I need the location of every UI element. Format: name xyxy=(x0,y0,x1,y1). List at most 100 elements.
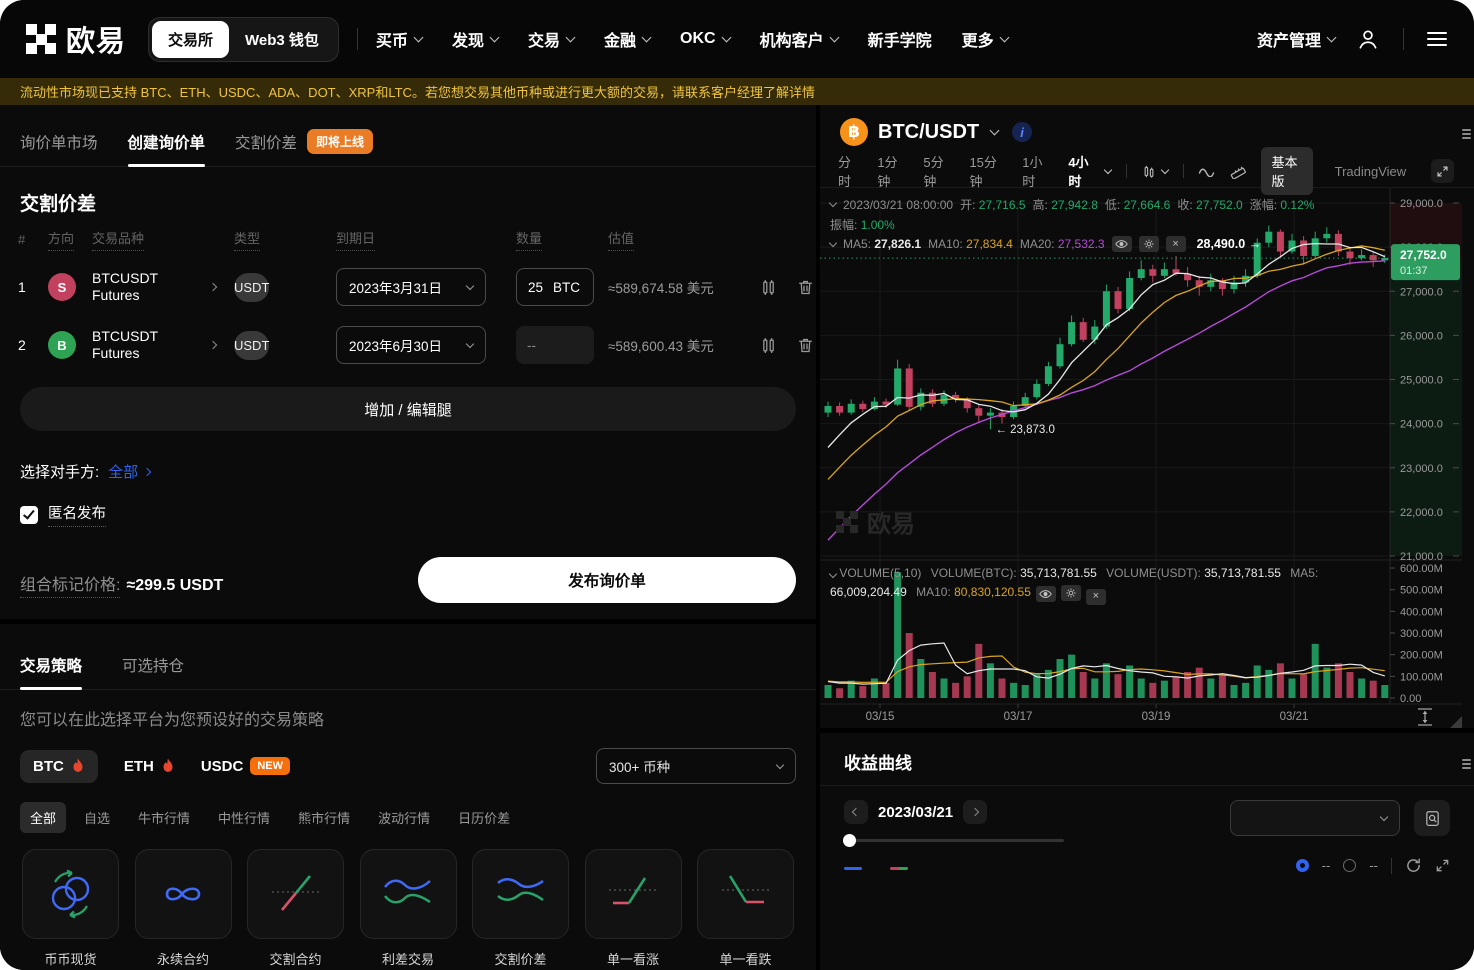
filter-chip-7[interactable]: 日历价差 xyxy=(448,802,520,833)
coin-count-dropdown[interactable]: 300+ 币种 xyxy=(596,748,796,784)
qty-input[interactable]: -- xyxy=(516,326,594,364)
rfq-tab-1[interactable]: 询价单市场 xyxy=(20,117,98,166)
qty-input[interactable]: 25BTC xyxy=(516,268,594,306)
chevron-down-icon[interactable] xyxy=(990,125,1000,135)
anonymous-checkbox[interactable] xyxy=(20,506,38,524)
toggle-option-1[interactable]: 交易所 xyxy=(152,21,229,58)
nav-item-6[interactable]: 机构客户 xyxy=(760,27,838,51)
eye-icon[interactable] xyxy=(1112,236,1132,252)
timeframe-6[interactable]: 4小时 xyxy=(1068,152,1110,190)
expiry-select[interactable]: 2023年3月31日 xyxy=(336,268,486,306)
toggle-option-2[interactable]: Web3 钱包 xyxy=(229,21,335,58)
user-account-icon[interactable] xyxy=(1355,26,1381,52)
strategy-card-spot[interactable]: 币币现货 xyxy=(22,849,119,968)
svg-text:22,000.0: 22,000.0 xyxy=(1400,507,1443,519)
panel-menu-icon[interactable] xyxy=(1462,759,1471,769)
chevron-down-icon xyxy=(776,760,784,768)
filter-chip-4[interactable]: 中性行情 xyxy=(208,802,280,833)
strategy-tab-2[interactable]: 可选持仓 xyxy=(122,640,184,689)
filter-chip-3[interactable]: 牛市行情 xyxy=(128,802,200,833)
timeframe-4[interactable]: 15分钟 xyxy=(969,152,1007,190)
strategy-card-carry[interactable]: 利差交易 xyxy=(360,849,457,968)
nav-item-4[interactable]: 金融 xyxy=(604,27,650,51)
drawing-tools-icon[interactable] xyxy=(1230,163,1246,179)
strategy-card-perpetual[interactable]: 永续合约 xyxy=(135,849,232,968)
expiry-select[interactable]: 2023年6月30日 xyxy=(336,326,486,364)
filter-chip-1[interactable]: 全部 xyxy=(20,802,66,833)
prev-date-button[interactable] xyxy=(844,800,868,824)
legend-swatch-blue xyxy=(844,867,862,870)
publish-rfq-button[interactable]: 发布询价单 xyxy=(418,557,796,603)
okx-logo[interactable]: 欧易 xyxy=(26,18,126,60)
equity-dropdown[interactable] xyxy=(1230,800,1400,836)
nav-item-5[interactable]: OKC xyxy=(680,30,730,48)
chevron-right-icon[interactable] xyxy=(209,341,217,349)
qty-cell: -- xyxy=(516,326,608,364)
collapse-icon[interactable] xyxy=(829,570,837,578)
announcement-banner[interactable]: 流动性市场现已支持 BTC、ETH、USDC、ADA、DOT、XRP和LTC。若… xyxy=(0,78,1474,105)
filter-chip-6[interactable]: 波动行情 xyxy=(368,802,440,833)
add-edit-leg-button[interactable]: 增加 / 编辑腿 xyxy=(20,387,796,431)
close-icon[interactable]: × xyxy=(1086,589,1106,605)
slider-thumb[interactable] xyxy=(843,834,856,847)
report-search-button[interactable] xyxy=(1414,800,1450,836)
gear-icon[interactable] xyxy=(1061,585,1081,601)
timeframe-3[interactable]: 5分钟 xyxy=(923,152,954,190)
candlestick-chart[interactable]: 29,000.028,000.027,000.026,000.025,000.0… xyxy=(820,188,1462,728)
collapse-icon[interactable] xyxy=(829,199,837,207)
coin-filter-btc[interactable]: BTC xyxy=(20,750,98,783)
close-icon[interactable]: × xyxy=(1166,236,1186,252)
coin-filter-eth[interactable]: ETH xyxy=(124,758,175,775)
expand-icon[interactable] xyxy=(1435,858,1450,873)
mode-tab-2[interactable]: TradingView xyxy=(1325,159,1417,184)
rfq-tab-3[interactable]: 交割价差即将上线 xyxy=(235,117,373,166)
next-date-button[interactable] xyxy=(963,800,987,824)
collapse-icon[interactable] xyxy=(829,238,837,246)
date-slider[interactable] xyxy=(844,839,1064,842)
rfq-tab-2[interactable]: 创建询价单 xyxy=(128,117,206,166)
nav-item-1[interactable]: 买币 xyxy=(376,27,422,51)
hamburger-menu-icon[interactable] xyxy=(1426,30,1448,48)
radio-selected[interactable] xyxy=(1296,859,1309,872)
svg-text:29,000.0: 29,000.0 xyxy=(1400,198,1443,210)
counterparty-all-link[interactable]: 全部 xyxy=(108,461,150,482)
trash-icon[interactable] xyxy=(797,279,814,296)
symbol-name: BTC/USDT xyxy=(878,121,979,144)
coin-filter-usdc[interactable]: USDCNEW xyxy=(201,757,290,775)
timeframe-1[interactable]: 分时 xyxy=(838,152,862,190)
strategy-card-call[interactable]: 单一看涨 xyxy=(585,849,682,968)
gear-icon[interactable] xyxy=(1139,236,1159,252)
strategy-tab-1[interactable]: 交易策略 xyxy=(20,640,82,689)
strategy-card-spread[interactable]: 交割价差 xyxy=(472,849,569,968)
chevron-down-icon xyxy=(642,32,652,42)
nav-item-8[interactable]: 更多 xyxy=(962,27,1008,51)
overlay-line-icon[interactable] xyxy=(1198,165,1215,177)
chart-type-selector[interactable] xyxy=(1142,164,1168,179)
svg-text:03/15: 03/15 xyxy=(866,711,895,723)
compare-candles-icon[interactable] xyxy=(760,337,777,354)
nav-item-3[interactable]: 交易 xyxy=(528,27,574,51)
strategy-card-futures[interactable]: 交割合约 xyxy=(247,849,344,968)
filter-chip-2[interactable]: 自选 xyxy=(74,802,120,833)
fullscreen-icon[interactable] xyxy=(1431,159,1454,183)
panel-menu-icon[interactable] xyxy=(1462,129,1471,139)
timeframe-5[interactable]: 1小时 xyxy=(1022,152,1053,190)
eye-icon[interactable] xyxy=(1036,586,1056,602)
nav-item-7[interactable]: 新手学院 xyxy=(868,27,932,51)
chevron-right-icon[interactable] xyxy=(209,283,217,291)
refresh-icon[interactable] xyxy=(1405,857,1422,874)
radio-unselected[interactable] xyxy=(1343,859,1356,872)
chart-area[interactable]: 2023/03/21 08:00:00 开: 27,716.5 高: 27,94… xyxy=(820,188,1474,728)
anonymous-label: 匿名发布 xyxy=(48,502,106,527)
strategy-card-put[interactable]: 单一看跌 xyxy=(697,849,794,968)
strategy-card-label: 币币现货 xyxy=(22,949,119,968)
leg-actions xyxy=(760,337,820,354)
filter-chip-5[interactable]: 熊市行情 xyxy=(288,802,360,833)
nav-item-assets[interactable]: 资产管理 xyxy=(1257,27,1335,51)
compare-candles-icon[interactable] xyxy=(760,279,777,296)
mark-price: 组合标记价格:≈299.5 USDT xyxy=(20,571,223,595)
trash-icon[interactable] xyxy=(797,337,814,354)
timeframe-2[interactable]: 1分钟 xyxy=(877,152,908,190)
info-icon[interactable]: i xyxy=(1012,122,1032,142)
nav-item-2[interactable]: 发现 xyxy=(452,27,498,51)
